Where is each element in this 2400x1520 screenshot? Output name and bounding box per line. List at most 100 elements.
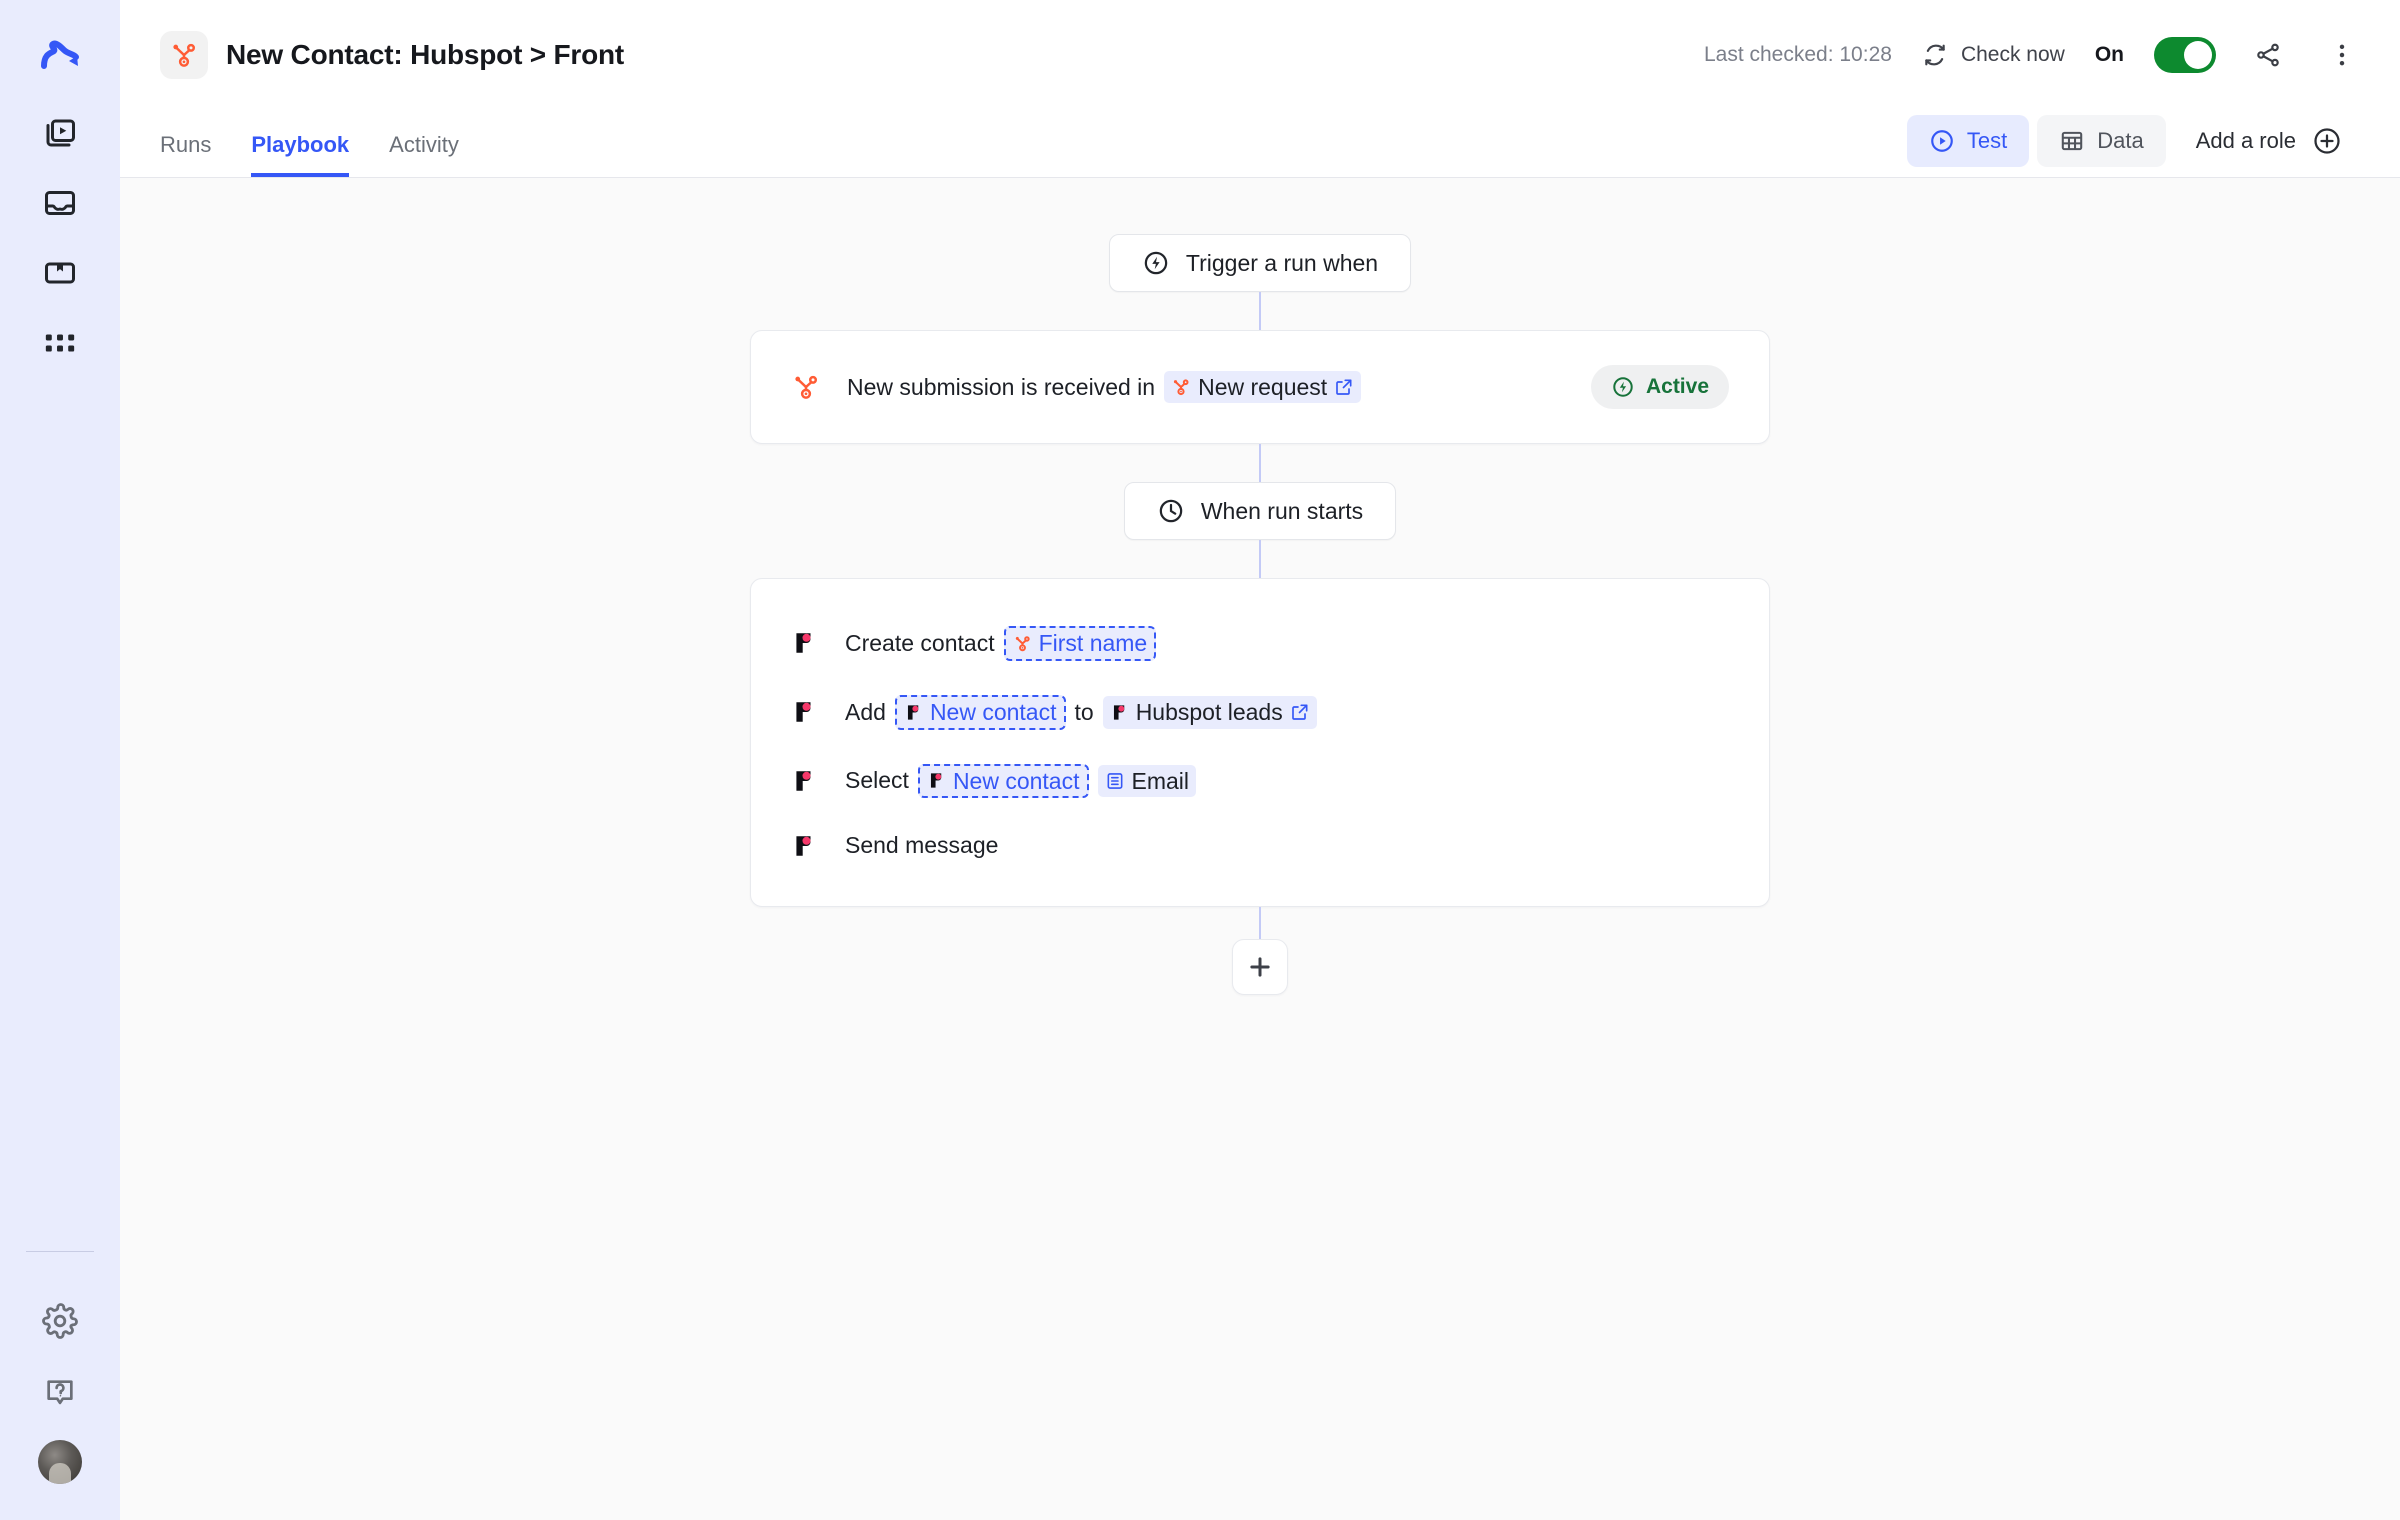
play-circle-icon [1929,128,1955,154]
share-button[interactable] [2246,33,2290,77]
sidebar-avatar[interactable] [38,1440,82,1484]
topbar: New Contact: Hubspot > Front Last checke… [120,0,2400,110]
front-icon [791,630,845,656]
table-icon [2059,128,2085,154]
library-icon [42,255,78,291]
refresh-icon [1922,42,1948,68]
hubspot-icon [1013,634,1032,653]
front-icon [1110,703,1129,722]
hubspot-icon [160,31,208,79]
share-icon [2254,41,2282,69]
inbox-icon [42,185,78,221]
variable-chip-new-contact[interactable]: New contact [917,763,1089,799]
front-icon [904,703,923,722]
data-label: Data [2097,128,2144,153]
front-icon [927,771,946,790]
playbooks-icon [42,115,78,151]
action-label: Create contact [845,629,995,656]
sidebar [0,0,120,1520]
action-label: Select [845,767,909,794]
data-button[interactable]: Data [2037,115,2166,167]
variable-chip-new-contact[interactable]: New contact [894,694,1066,730]
variable-chip-label: New contact [929,698,1057,725]
sidebar-item-library[interactable] [28,248,92,298]
flow: Trigger a run when New submission is rec… [750,234,1770,996]
action-text: Create contact First name [845,626,1157,661]
plus-circle-icon [2312,126,2342,156]
sidebar-nav [28,108,92,368]
target-chip-label: Hubspot leads [1135,698,1283,725]
actions-card: Create contact First name Add New contac… [750,578,1770,908]
tabs-row: Runs Playbook Activity Test Data Add a r… [120,110,2400,178]
trigger-pill[interactable]: Trigger a run when [1108,234,1412,292]
check-now-button[interactable]: Check now [1922,42,2065,68]
test-label: Test [1966,128,2008,153]
action-row-create-contact[interactable]: Create contact First name [791,609,1729,678]
tab-actions: Test Data Add a role [1906,115,2364,177]
app-root: New Contact: Hubspot > Front Last checke… [0,0,2400,1520]
action-text: Send message [845,832,998,859]
connector-2 [1259,444,1261,482]
title-group: New Contact: Hubspot > Front [160,31,624,79]
hubspot-icon [791,372,821,402]
sidebar-item-settings[interactable] [28,1296,92,1346]
sidebar-item-inbox[interactable] [28,178,92,228]
action-label: Add [845,698,886,725]
more-vertical-icon [2328,41,2356,69]
relay-logo[interactable] [28,26,92,90]
external-link-icon[interactable] [1290,702,1310,722]
variable-chip-first-name[interactable]: First name [1003,626,1157,661]
action-row-select-email[interactable]: Select New contact Email [791,747,1729,816]
topbar-actions: Last checked: 10:28 Check now On [1704,33,2364,77]
add-step-button[interactable] [1232,939,1288,996]
list-icon [1105,771,1125,791]
sidebar-item-help[interactable] [28,1368,92,1418]
external-link-icon[interactable] [1334,377,1354,397]
sidebar-item-apps[interactable] [28,318,92,368]
sidebar-bottom [0,1251,120,1484]
tab-activity[interactable]: Activity [389,132,459,177]
connector-3 [1259,540,1261,578]
variable-chip-label: First name [1038,630,1148,656]
variable-chip-label: New contact [952,767,1080,794]
test-button[interactable]: Test [1906,115,2030,167]
start-pill[interactable]: When run starts [1123,482,1397,540]
sidebar-divider [26,1251,94,1252]
target-chip-hubspot-leads[interactable]: Hubspot leads [1102,695,1317,729]
trigger-source-chip[interactable]: New request [1164,370,1362,404]
action-row-add-contact[interactable]: Add New contact to Hubspot leads [791,678,1729,747]
playbook-canvas: Trigger a run when New submission is rec… [120,178,2400,1520]
check-now-label: Check now [1960,43,2065,66]
front-icon [791,768,845,794]
hubspot-icon [1171,377,1191,397]
status-badge: Active [1590,365,1729,409]
action-connector-word: to [1074,698,1094,725]
connector-1 [1259,292,1261,330]
tab-playbook[interactable]: Playbook [251,132,350,177]
field-chip-email[interactable]: Email [1097,764,1197,798]
page-title: New Contact: Hubspot > Front [226,39,625,70]
start-pill-label: When run starts [1200,497,1364,524]
trigger-card[interactable]: New submission is received in New reques… [750,330,1770,444]
action-text: Select New contact Email [845,763,1197,799]
status-badge-label: Active [1645,375,1709,398]
tabs: Runs Playbook Activity [160,110,459,177]
trigger-text: New submission is received in New reques… [847,370,1362,404]
sidebar-item-playbooks[interactable] [28,108,92,158]
tab-runs[interactable]: Runs [160,132,211,177]
action-row-send-message[interactable]: Send message [791,815,1729,876]
front-icon [791,833,845,859]
front-icon [791,699,845,725]
trigger-pill-label: Trigger a run when [1185,249,1379,276]
clock-icon [1157,497,1185,525]
add-role-button[interactable]: Add a role [2174,115,2364,167]
enabled-toggle[interactable] [2154,37,2216,73]
field-chip-label: Email [1131,767,1190,794]
add-role-label: Add a role [2195,128,2296,153]
trigger-source-label: New request [1198,373,1328,400]
toggle-label: On [2094,43,2124,66]
action-label: Send message [845,832,999,859]
trigger-text-prefix: New submission is received in [847,373,1156,400]
more-options-button[interactable] [2320,33,2364,77]
last-checked-label: Last checked: 10:28 [1703,43,1892,66]
